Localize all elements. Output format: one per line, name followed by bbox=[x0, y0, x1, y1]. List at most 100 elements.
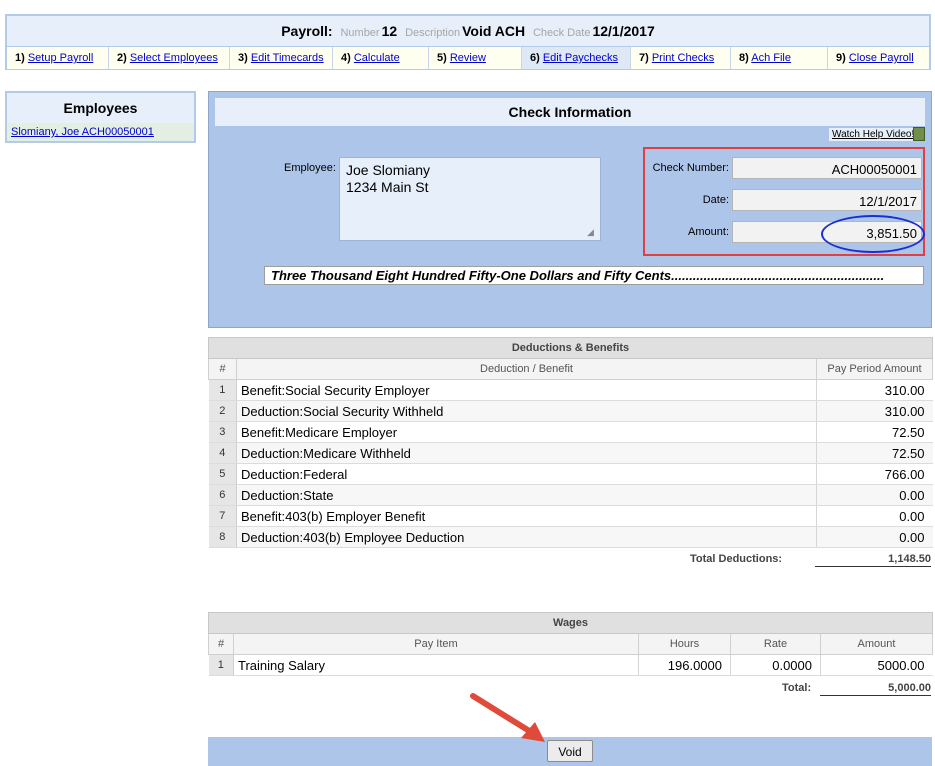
check-number-label: Check Number: bbox=[652, 162, 729, 174]
table-row: 1 Training Salary 196.0000 0.0000 5000.0… bbox=[208, 654, 933, 676]
resize-grip-icon[interactable]: ◢ bbox=[587, 227, 597, 237]
wages-table: Wages # Pay Item Hours Rate Amount 1 Tra… bbox=[208, 612, 933, 676]
row-index: 6 bbox=[208, 484, 237, 506]
step-number: 6) bbox=[530, 52, 540, 64]
employee-address-field[interactable]: Joe Slomiany 1234 Main St bbox=[339, 157, 601, 241]
wages-title: Wages bbox=[208, 612, 933, 634]
employee-label: Employee: bbox=[284, 162, 336, 174]
deduction-name: Benefit:403(b) Employer Benefit bbox=[236, 505, 817, 527]
table-row: 7 Benefit:403(b) Employer Benefit 0.00 bbox=[208, 505, 933, 527]
row-index: 5 bbox=[208, 463, 237, 485]
rate-value[interactable]: 0.0000 bbox=[730, 654, 821, 676]
row-index: 1 bbox=[208, 379, 237, 401]
step-number: 5) bbox=[437, 52, 447, 64]
film-icon[interactable] bbox=[913, 127, 925, 141]
employee-list-item[interactable]: Slomiany, Joe ACH00050001 bbox=[7, 123, 194, 141]
step-link[interactable]: Ach File bbox=[751, 52, 791, 64]
payroll-title-bar: Payroll: Number 12 Description Void ACH Ch… bbox=[7, 16, 929, 46]
step-close-payroll[interactable]: 9) Close Payroll bbox=[828, 47, 929, 69]
step-number: 9) bbox=[836, 52, 846, 64]
deduction-amount[interactable]: 72.50 bbox=[815, 421, 933, 443]
annotation-arrow-icon bbox=[470, 693, 545, 742]
step-link[interactable]: Select Employees bbox=[130, 52, 218, 64]
step-link[interactable]: Review bbox=[450, 52, 486, 64]
step-edit-paychecks[interactable]: 6) Edit Paychecks bbox=[522, 47, 631, 69]
amount-label: Amount: bbox=[688, 226, 729, 238]
deduction-name: Deduction:Federal bbox=[236, 463, 817, 485]
col-hours-header: Hours bbox=[638, 633, 731, 655]
wages-total-label: Total: bbox=[782, 682, 812, 694]
step-select-employees[interactable]: 2) Select Employees bbox=[109, 47, 230, 69]
deduction-amount[interactable]: 766.00 bbox=[815, 463, 933, 485]
payroll-check-date-value: 12/1/2017 bbox=[592, 23, 655, 39]
deduction-amount[interactable]: 310.00 bbox=[815, 400, 933, 422]
row-index: 8 bbox=[208, 526, 237, 548]
step-print-checks[interactable]: 7) Print Checks bbox=[631, 47, 731, 69]
amount-in-words: Three Thousand Eight Hundred Fifty-One D… bbox=[264, 266, 924, 285]
deduction-amount[interactable]: 0.00 bbox=[815, 484, 933, 506]
step-number: 2) bbox=[117, 52, 127, 64]
step-edit-timecards[interactable]: 3) Edit Timecards bbox=[230, 47, 333, 69]
row-index: 3 bbox=[208, 421, 237, 443]
table-row: 3 Benefit:Medicare Employer 72.50 bbox=[208, 421, 933, 443]
table-row: 4 Deduction:Medicare Withheld 72.50 bbox=[208, 442, 933, 464]
payroll-description-label: Description bbox=[405, 27, 461, 39]
col-index-header: # bbox=[208, 358, 237, 380]
deduction-name: Deduction:Medicare Withheld bbox=[236, 442, 817, 464]
table-row: 5 Deduction:Federal 766.00 bbox=[208, 463, 933, 485]
col-amount-header: Pay Period Amount bbox=[815, 358, 934, 380]
total-deductions-value: 1,148.50 bbox=[815, 553, 931, 567]
deductions-table: Deductions & Benefits # Deduction / Bene… bbox=[207, 337, 934, 548]
payroll-description-value: Void ACH bbox=[462, 23, 526, 39]
step-number: 7) bbox=[639, 52, 649, 64]
step-link[interactable]: Print Checks bbox=[652, 52, 714, 64]
deduction-amount[interactable]: 72.50 bbox=[815, 442, 933, 464]
payroll-steps-nav: 1) Setup Payroll 2) Select Employees 3) … bbox=[7, 46, 929, 69]
check-number-field[interactable]: ACH00050001 bbox=[732, 157, 922, 179]
highlight-circle-blue bbox=[821, 215, 925, 253]
date-field[interactable]: 12/1/2017 bbox=[732, 189, 922, 211]
employees-panel: Employees Slomiany, Joe ACH00050001 bbox=[5, 91, 196, 143]
pay-item-name: Training Salary bbox=[233, 654, 639, 676]
step-link[interactable]: Close Payroll bbox=[849, 52, 914, 64]
deduction-name: Benefit:Medicare Employer bbox=[236, 421, 817, 443]
col-rate-header: Rate bbox=[730, 633, 821, 655]
step-link[interactable]: Setup Payroll bbox=[28, 52, 93, 64]
deduction-amount[interactable]: 0.00 bbox=[815, 505, 933, 527]
wages-total-value: 5,000.00 bbox=[820, 682, 931, 696]
deduction-name: Deduction:Social Security Withheld bbox=[236, 400, 817, 422]
payroll-number-value: 12 bbox=[381, 23, 398, 39]
payroll-title-label: Payroll: bbox=[281, 23, 333, 39]
step-calculate[interactable]: 4) Calculate bbox=[333, 47, 429, 69]
amount-value[interactable]: 5000.00 bbox=[820, 654, 933, 676]
col-deduction-header: Deduction / Benefit bbox=[236, 358, 817, 380]
payroll-number-label: Number bbox=[340, 27, 380, 39]
step-setup-payroll[interactable]: 1) Setup Payroll bbox=[7, 47, 109, 69]
deduction-name: Deduction:403(b) Employee Deduction bbox=[236, 526, 817, 548]
step-number: 3) bbox=[238, 52, 248, 64]
step-link[interactable]: Edit Paychecks bbox=[543, 52, 618, 64]
watch-help-video-link[interactable]: Watch Help Video! bbox=[829, 128, 918, 141]
date-label: Date: bbox=[702, 194, 729, 206]
step-number: 4) bbox=[341, 52, 351, 64]
step-review[interactable]: 5) Review bbox=[429, 47, 522, 69]
check-information-title: Check Information bbox=[215, 98, 925, 126]
row-index: 4 bbox=[208, 442, 237, 464]
table-row: 8 Deduction:403(b) Employee Deduction 0.00 bbox=[208, 526, 933, 548]
step-link[interactable]: Edit Timecards bbox=[251, 52, 324, 64]
row-index: 1 bbox=[208, 654, 234, 676]
deduction-name: Benefit:Social Security Employer bbox=[236, 379, 817, 401]
deduction-amount[interactable]: 310.00 bbox=[815, 379, 933, 401]
employees-title: Employees bbox=[7, 93, 194, 123]
step-number: 8) bbox=[739, 52, 749, 64]
deductions-title: Deductions & Benefits bbox=[207, 337, 934, 359]
step-link[interactable]: Calculate bbox=[354, 52, 400, 64]
col-pay-item-header: Pay Item bbox=[233, 633, 639, 655]
col-amount-header: Amount bbox=[820, 633, 933, 655]
table-row: 2 Deduction:Social Security Withheld 310.0… bbox=[208, 400, 933, 422]
row-index: 7 bbox=[208, 505, 237, 527]
step-ach-file[interactable]: 8) Ach File bbox=[731, 47, 828, 69]
check-information-panel: Check Information Watch Help Video! Empl… bbox=[208, 91, 932, 328]
deduction-amount[interactable]: 0.00 bbox=[815, 526, 933, 548]
hours-value[interactable]: 196.0000 bbox=[638, 654, 731, 676]
